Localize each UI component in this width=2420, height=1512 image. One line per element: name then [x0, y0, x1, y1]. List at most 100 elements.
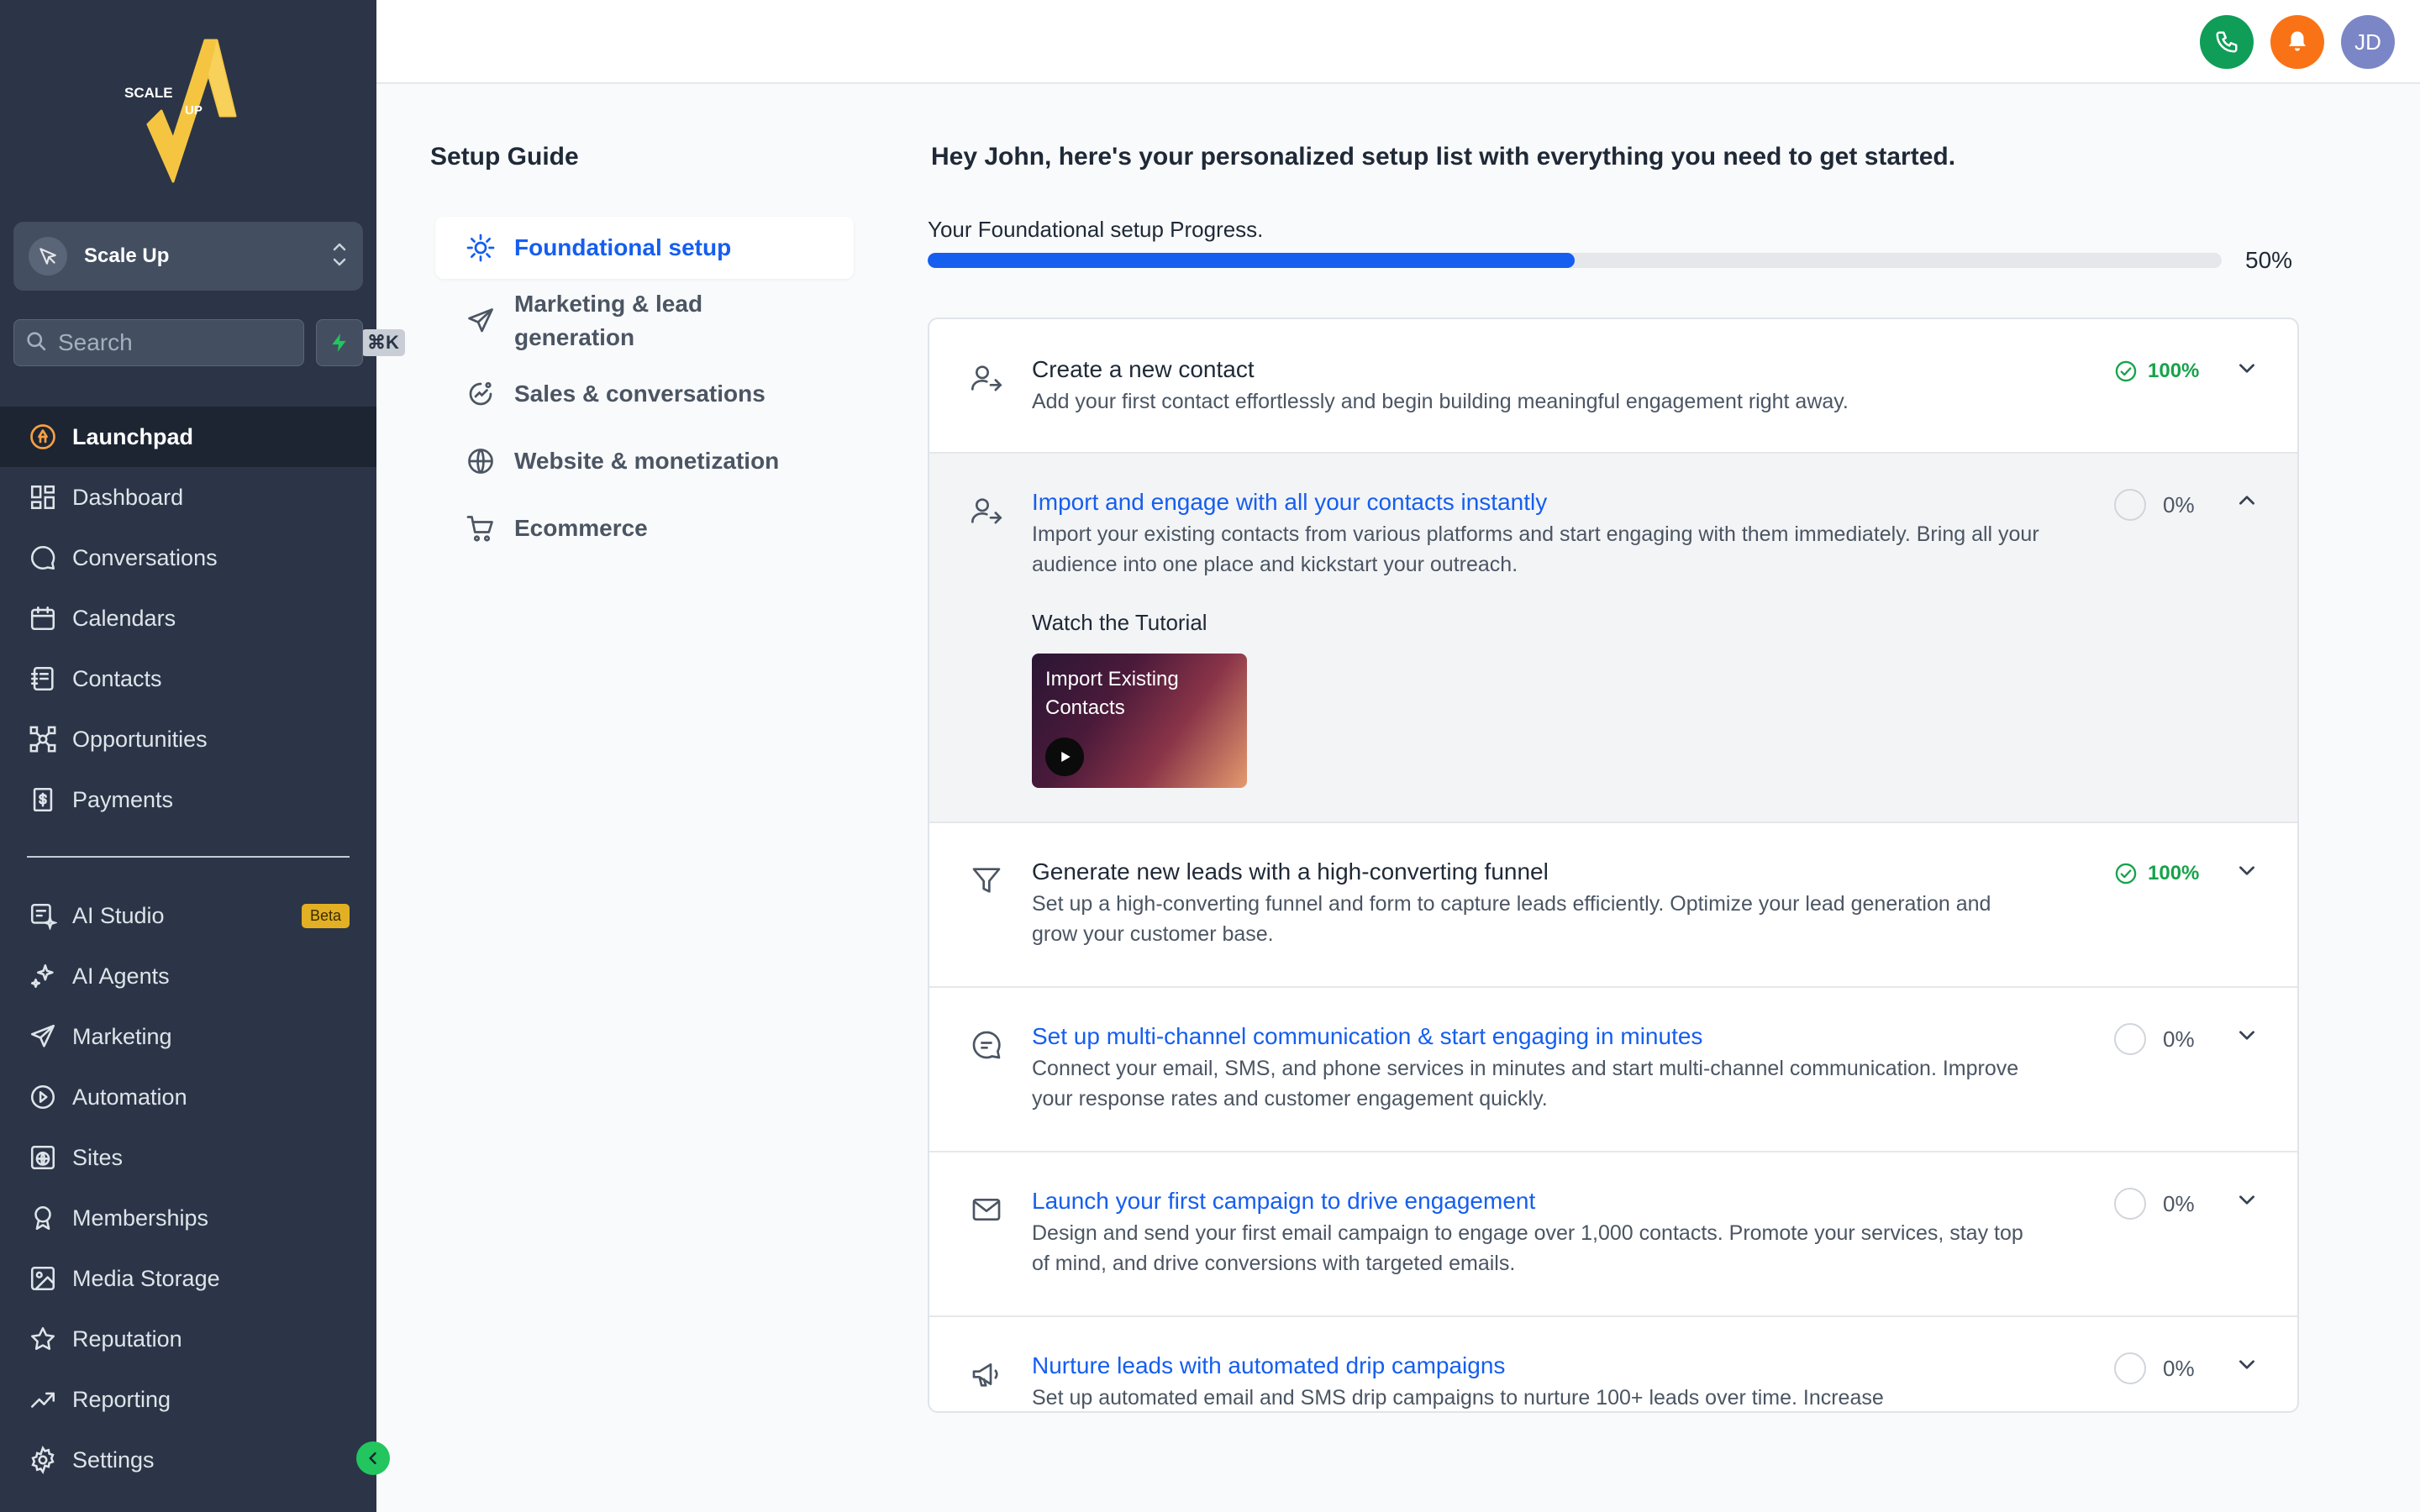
- user-add-icon: [968, 360, 1005, 396]
- pipeline-icon: [27, 723, 59, 755]
- nav-item-conversations[interactable]: Conversations: [0, 528, 376, 588]
- star-icon: [27, 1323, 59, 1355]
- nav-item-reporting[interactable]: Reporting: [0, 1369, 376, 1430]
- user-avatar[interactable]: JD: [2341, 15, 2395, 69]
- task-status: 100%: [2114, 360, 2199, 383]
- task-title-link[interactable]: Nurture leads with automated drip campai…: [1032, 1352, 1505, 1379]
- chevron-down-icon[interactable]: [2233, 1351, 2260, 1378]
- sun-gear-icon: [464, 231, 497, 265]
- svg-text:SCALE: SCALE: [124, 85, 173, 101]
- account-cursor-icon: [29, 237, 67, 276]
- sidebar-search: ⌘K: [13, 319, 405, 366]
- guide-tab-ecommerce[interactable]: Ecommerce: [435, 497, 854, 559]
- task-item[interactable]: Launch your first campaign to drive enga…: [929, 1152, 2297, 1317]
- nav-item-memberships[interactable]: Memberships: [0, 1188, 376, 1248]
- calendar-icon: [27, 602, 59, 634]
- address-book-icon: [27, 663, 59, 695]
- automation-icon: [27, 1081, 59, 1113]
- check-circle-icon: [2115, 863, 2137, 885]
- grid-icon: [27, 481, 59, 513]
- send-icon: [27, 1021, 59, 1053]
- svg-text:UP: UP: [185, 103, 203, 118]
- rocket-icon: [27, 421, 59, 453]
- primary-nav: Launchpad Dashboard Conversations Calend…: [0, 407, 376, 830]
- check-circle-icon: [2115, 360, 2137, 382]
- image-icon: [27, 1263, 59, 1294]
- guide-tab-website-monetization[interactable]: Website & monetization: [435, 430, 854, 492]
- gear-icon: [27, 1444, 59, 1476]
- task-status: 0%: [2114, 1352, 2195, 1384]
- task-status: 0%: [2114, 1188, 2195, 1220]
- badge-icon: [27, 1202, 59, 1234]
- chevron-down-icon[interactable]: [2233, 857, 2260, 884]
- secondary-nav: AI Studio Beta AI Agents Marketing Autom…: [0, 885, 376, 1490]
- nav-item-dashboard[interactable]: Dashboard: [0, 467, 376, 528]
- phone-button[interactable]: [2200, 15, 2254, 69]
- top-bar: JD: [376, 0, 2420, 84]
- nav-item-marketing[interactable]: Marketing: [0, 1006, 376, 1067]
- beta-badge: Beta: [301, 903, 350, 928]
- nav-item-contacts[interactable]: Contacts: [0, 648, 376, 709]
- nav-item-ai-agents[interactable]: AI Agents: [0, 946, 376, 1006]
- message-dots-icon: [968, 1026, 1005, 1063]
- task-title-link[interactable]: Launch your first campaign to drive enga…: [1032, 1188, 1535, 1215]
- nav-item-calendars[interactable]: Calendars: [0, 588, 376, 648]
- megaphone-icon: [968, 1356, 1005, 1393]
- globe-dollar-icon: [464, 444, 497, 478]
- collapse-sidebar-button[interactable]: [356, 1441, 390, 1475]
- nav-item-payments[interactable]: Payments: [0, 769, 376, 830]
- bell-icon: [2289, 31, 2306, 51]
- invoice-icon: [27, 784, 59, 816]
- guide-tab-foundational-setup[interactable]: Foundational setup: [435, 217, 854, 279]
- cart-icon: [464, 512, 497, 545]
- scale-up-logo[interactable]: SCALE UP: [118, 34, 260, 185]
- task-status: 0%: [2114, 1023, 2195, 1055]
- setup-guide-nav: Foundational setup Marketing & lead gene…: [435, 217, 854, 559]
- tutorial-video-thumbnail[interactable]: Import Existing Contacts: [1032, 654, 1247, 788]
- notifications-button[interactable]: [2270, 15, 2324, 69]
- task-title-link[interactable]: Set up multi-channel communication & sta…: [1032, 1023, 1702, 1050]
- nav-item-automation[interactable]: Automation: [0, 1067, 376, 1127]
- phone-icon: [2216, 31, 2238, 53]
- task-item-expanded[interactable]: Import and engage with all your contacts…: [929, 454, 2297, 823]
- nav-item-opportunities[interactable]: Opportunities: [0, 709, 376, 769]
- task-item[interactable]: Nurture leads with automated drip campai…: [929, 1317, 2297, 1411]
- nav-item-sites[interactable]: Sites: [0, 1127, 376, 1188]
- account-switcher[interactable]: Scale Up: [13, 222, 363, 291]
- guide-tab-sales-conversations[interactable]: Sales & conversations: [435, 363, 854, 425]
- chevron-down-icon[interactable]: [2233, 354, 2260, 381]
- nav-item-ai-studio[interactable]: AI Studio Beta: [0, 885, 376, 946]
- lightning-icon: [332, 333, 346, 352]
- task-item[interactable]: Set up multi-channel communication & sta…: [929, 988, 2297, 1152]
- chevron-down-icon[interactable]: [2233, 1186, 2260, 1213]
- video-title: Import Existing Contacts: [1045, 668, 1179, 719]
- chevron-up-icon[interactable]: [2233, 487, 2260, 514]
- task-title-link[interactable]: Import and engage with all your contacts…: [1032, 489, 1547, 516]
- play-icon[interactable]: [1045, 738, 1084, 776]
- chat-bubble-icon: [27, 542, 59, 574]
- progress-fill: [928, 253, 1575, 268]
- funnel-icon: [968, 862, 1005, 899]
- quick-action-button[interactable]: [316, 319, 363, 366]
- sidebar-divider: [27, 856, 350, 858]
- paper-plane-icon: [464, 304, 497, 338]
- nav-item-launchpad[interactable]: Launchpad: [0, 407, 376, 467]
- ai-studio-icon: [27, 900, 59, 932]
- search-shortcut-badge: ⌘K: [361, 329, 405, 356]
- task-item[interactable]: Generate new leads with a high-convertin…: [929, 823, 2297, 988]
- task-item[interactable]: Create a new contact Add your first cont…: [929, 319, 2297, 454]
- guide-tab-marketing-lead-generation[interactable]: Marketing & lead generation: [435, 284, 854, 358]
- chevron-left-icon: [369, 1452, 376, 1465]
- nav-item-reputation[interactable]: Reputation: [0, 1309, 376, 1369]
- nav-item-media-storage[interactable]: Media Storage: [0, 1248, 376, 1309]
- search-icon: [24, 329, 48, 357]
- task-status: 100%: [2114, 862, 2199, 885]
- empty-circle-icon: [2114, 1352, 2146, 1384]
- sales-chart-icon: [464, 377, 497, 411]
- chevron-down-icon[interactable]: [2233, 1021, 2260, 1048]
- empty-circle-icon: [2114, 1023, 2146, 1055]
- nav-item-settings[interactable]: Settings: [0, 1430, 376, 1490]
- task-status: 0%: [2114, 489, 2195, 521]
- progress-percent: 50%: [2245, 247, 2293, 273]
- sparkle-icon: [27, 960, 59, 992]
